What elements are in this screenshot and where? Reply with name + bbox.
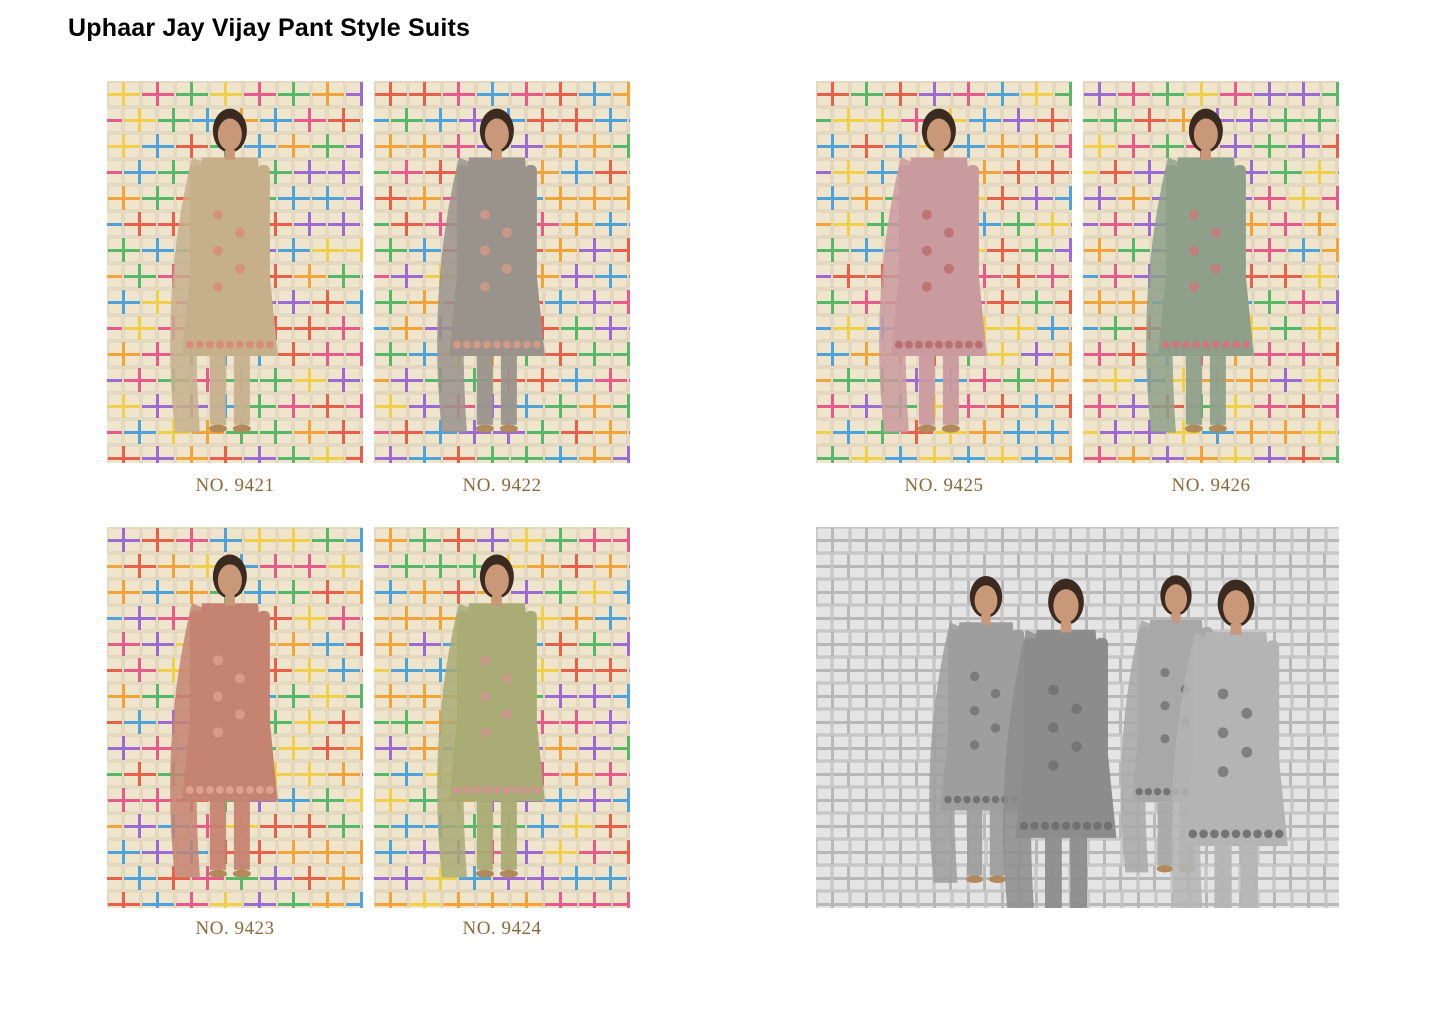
- product-label-9422: NO. 9422: [462, 475, 542, 496]
- product-label-9426: NO. 9426: [1171, 475, 1251, 496]
- product-label-9425: NO. 9425: [904, 475, 984, 496]
- photo-artwork: [816, 81, 1072, 463]
- product-label-9421: NO. 9421: [195, 475, 275, 496]
- page-title: Uphaar Jay Vijay Pant Style Suits: [68, 14, 471, 42]
- photo-artwork: [107, 81, 363, 463]
- product-photo-9425[interactable]: [816, 81, 1072, 463]
- product-photo-9424[interactable]: [374, 527, 630, 908]
- photo-artwork: [107, 527, 363, 908]
- product-label-9424: NO. 9424: [462, 918, 542, 939]
- group-photo-artwork: [816, 527, 1339, 908]
- product-photo-9421[interactable]: [107, 81, 363, 463]
- photo-artwork: [374, 81, 630, 463]
- product-photo-9426[interactable]: [1083, 81, 1339, 463]
- photo-artwork: [374, 527, 630, 908]
- product-photo-9423[interactable]: [107, 527, 363, 908]
- product-label-9423: NO. 9423: [195, 918, 275, 939]
- product-photo-9422[interactable]: [374, 81, 630, 463]
- photo-artwork: [1083, 81, 1339, 463]
- group-photo[interactable]: [816, 527, 1339, 908]
